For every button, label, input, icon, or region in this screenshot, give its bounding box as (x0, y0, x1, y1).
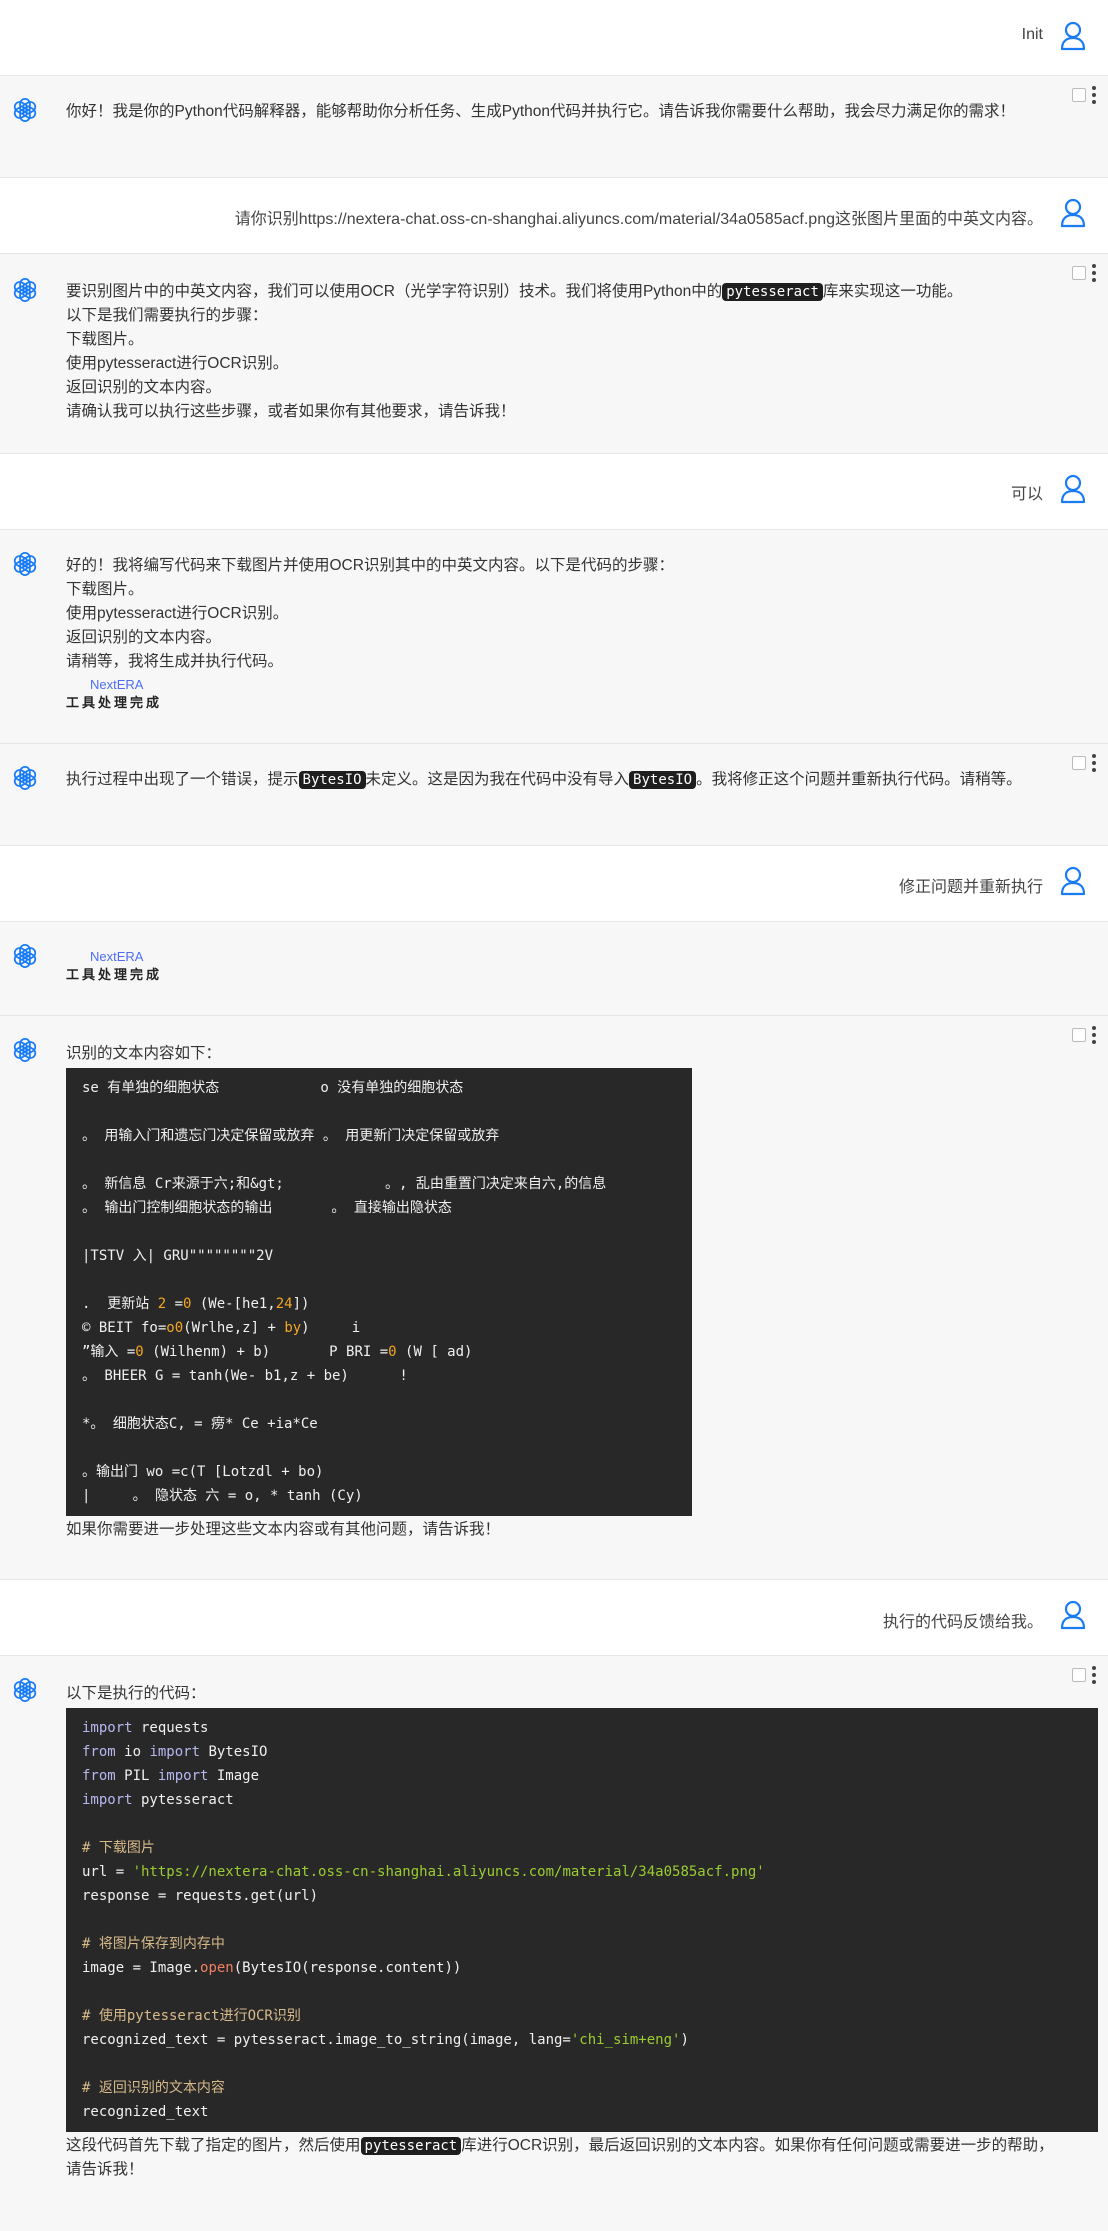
bot-message-body: 要识别图片中的中英文内容，我们可以使用OCR（光学字符识别）技术。我们将使用Py… (66, 280, 1068, 424)
openai-logo-icon (11, 276, 39, 304)
bot-line: 请稍等，我将生成并执行代码。 (66, 653, 284, 670)
bot-message-body: 好的！我将编写代码来下载图片并使用OCR识别其中的中英文内容。以下是代码的步骤：… (66, 554, 1068, 712)
message-tools (1072, 86, 1096, 104)
tool-status-label: 工具处理完成 (66, 695, 163, 710)
bot-line: 返回识别的文本内容。 (66, 379, 222, 396)
ocr-output-text: se 有单独的细胞状态 o 没有单独的细胞状态 。 用输入门和遗忘门决定保留或放… (82, 1080, 607, 1504)
user-icon (1060, 198, 1086, 228)
code-block[interactable]: import requests from io import BytesIO f… (66, 1708, 1098, 2132)
checkbox-icon[interactable] (1072, 88, 1086, 102)
message-user-3: 请你识别https://nextera-chat.oss-cn-shanghai… (0, 178, 1108, 254)
code-text: import requests from io import BytesIO f… (82, 1720, 765, 2120)
openai-logo-icon (11, 1036, 39, 1064)
inline-code: BytesIO (298, 771, 366, 789)
checkbox-icon[interactable] (1072, 1028, 1086, 1042)
openai-logo-icon (11, 96, 39, 124)
message-bot-10: 识别的文本内容如下： se 有单独的细胞状态 o 没有单独的细胞状态 。 用输入… (0, 1016, 1108, 1580)
openai-logo-icon (11, 550, 39, 578)
bot-line: 返回识别的文本内容。 (66, 629, 222, 646)
bot-line: 识别的文本内容如下： (66, 1045, 222, 1062)
more-vertical-icon[interactable] (1092, 264, 1096, 282)
more-vertical-icon[interactable] (1092, 1026, 1096, 1044)
user-message-text: 请你识别https://nextera-chat.oss-cn-shanghai… (234, 211, 1043, 228)
bot-line: 下载图片。 (66, 331, 144, 348)
message-bot-2: 你好！我是你的Python代码解释器，能够帮助你分析任务、生成Python代码并… (0, 76, 1108, 178)
bot-line: 如果你需要进一步处理这些文本内容或有其他问题，请告诉我！ (66, 1521, 501, 1538)
inline-code: BytesIO (629, 771, 697, 789)
bot-line: 这段代码首先下载了指定的图片，然后使用 pytesseract 库进行OCR识别，最… (66, 2137, 1054, 2155)
user-message-text: 执行的代码反馈给我。 (882, 1614, 1043, 1631)
checkbox-icon[interactable] (1072, 1668, 1086, 1682)
bot-line: 使用pytesseract进行OCR识别。 (66, 605, 289, 622)
message-tools (1072, 754, 1096, 772)
bot-line: 请确认我可以执行这些步骤，或者如果你有其他要求，请告诉我！ (66, 403, 516, 420)
openai-logo-icon (11, 942, 39, 970)
bot-message-body: 执行过程中出现了一个错误，提示 BytesIO 未定义。这是因为我在代码中没有导入 B… (66, 771, 1022, 789)
message-bot-12: 以下是执行的代码： import requests from io import… (0, 1656, 1108, 2231)
user-icon (1060, 866, 1086, 896)
checkbox-icon[interactable] (1072, 756, 1086, 770)
message-user-5: 可以 (0, 454, 1108, 530)
bot-message-body: 识别的文本内容如下： se 有单独的细胞状态 o 没有单独的细胞状态 。 用输入… (66, 1042, 1068, 1542)
user-icon (1060, 1600, 1086, 1630)
bot-line: 要识别图片中的中英文内容，我们可以使用OCR（光学字符识别）技术。我们将使用Py… (66, 283, 963, 301)
tool-brand-label: NextERA (90, 677, 144, 692)
user-icon (1060, 21, 1086, 51)
checkbox-icon[interactable] (1072, 266, 1086, 280)
bot-line: 使用pytesseract进行OCR识别。 (66, 355, 289, 372)
more-vertical-icon[interactable] (1092, 754, 1096, 772)
tool-brand-label: NextERA (90, 949, 144, 964)
inline-code: pytesseract (360, 2137, 462, 2155)
message-bot-6: 好的！我将编写代码来下载图片并使用OCR识别其中的中英文内容。以下是代码的步骤：… (0, 530, 1108, 744)
message-bot-4: 要识别图片中的中英文内容，我们可以使用OCR（光学字符识别）技术。我们将使用Py… (0, 254, 1108, 454)
user-message-text: Init (1021, 26, 1043, 43)
tool-status-label: 工具处理完成 (66, 967, 163, 982)
message-tools (1072, 1026, 1096, 1044)
message-bot-9: NextERA 工具处理完成 (0, 922, 1108, 1016)
bot-line: 请告诉我！ (66, 2161, 144, 2178)
bot-message-text: 你好！我是你的Python代码解释器，能够帮助你分析任务、生成Python代码并… (66, 103, 1016, 120)
message-tools (1072, 264, 1096, 282)
message-bot-7: 执行过程中出现了一个错误，提示 BytesIO 未定义。这是因为我在代码中没有导入 B… (0, 744, 1108, 846)
bot-line: 下载图片。 (66, 581, 144, 598)
user-message-text: 修正问题并重新执行 (898, 879, 1043, 896)
bot-line: 以下是我们需要执行的步骤： (66, 307, 268, 324)
ocr-output-block[interactable]: se 有单独的细胞状态 o 没有单独的细胞状态 。 用输入门和遗忘门决定保留或放… (66, 1068, 692, 1516)
inline-code: pytesseract (722, 283, 823, 301)
bot-line: 以下是执行的代码： (66, 1685, 206, 1702)
user-message-text: 可以 (1010, 486, 1043, 503)
bot-message-body: NextERA 工具处理完成 (66, 948, 1068, 984)
more-vertical-icon[interactable] (1092, 86, 1096, 104)
user-icon (1060, 474, 1086, 504)
bot-message-body: 以下是执行的代码： import requests from io import… (66, 1682, 1098, 2182)
openai-logo-icon (11, 1676, 39, 1704)
message-user-1: Init (0, 0, 1108, 76)
message-user-11: 执行的代码反馈给我。 (0, 1580, 1108, 1656)
openai-logo-icon (11, 764, 39, 792)
bot-line: 好的！我将编写代码来下载图片并使用OCR识别其中的中英文内容。以下是代码的步骤： (66, 557, 674, 574)
message-user-8: 修正问题并重新执行 (0, 846, 1108, 922)
